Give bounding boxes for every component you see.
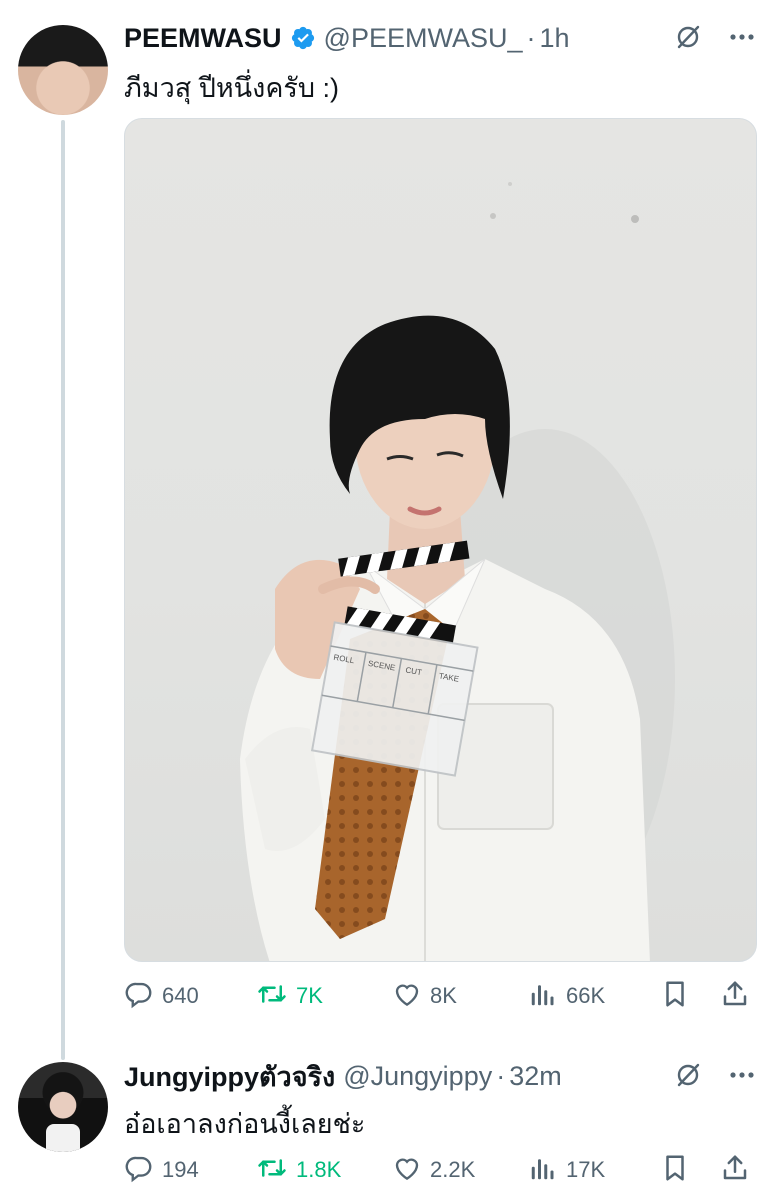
tweet-reply[interactable]: Jungyippyตัวจริง @Jungyippy · 32m อ๋อเอา…: [0, 1052, 775, 1200]
like-icon: [392, 1153, 422, 1188]
share-button[interactable]: [720, 976, 750, 1016]
more-icon[interactable]: [727, 1060, 757, 1090]
views-count: 17K: [566, 1157, 606, 1182]
reply-count: 194: [162, 1157, 199, 1182]
timestamp[interactable]: 32m: [509, 1061, 562, 1092]
thread-line: [61, 120, 65, 1060]
like-button[interactable]: 2.2K: [392, 1150, 475, 1190]
display-name[interactable]: PEEMWASU: [124, 23, 282, 54]
views-icon: [528, 979, 558, 1014]
views-button[interactable]: 17K: [528, 1150, 605, 1190]
tweet-header: Jungyippyตัวจริง @Jungyippy · 32m: [124, 1056, 562, 1096]
tweet-main[interactable]: PEEMWASU @PEEMWASU_ · 1h ภีมวสุ ปีหนึ่งค…: [0, 0, 775, 1060]
bookmark-icon: [660, 1153, 690, 1188]
reply-button[interactable]: 194: [124, 1150, 199, 1190]
tweet-action-bar: 194 1.8K 2.2K 17K: [124, 1150, 757, 1190]
retweet-count: 1.8K: [296, 1157, 342, 1182]
timestamp[interactable]: 1h: [539, 23, 569, 54]
tweet-media-photo[interactable]: ROLL SCENE CUT TAKE: [124, 118, 757, 962]
reply-button[interactable]: 640: [124, 976, 199, 1016]
views-count: 66K: [566, 983, 606, 1008]
retweet-icon: [256, 979, 288, 1014]
separator: ·: [496, 1060, 506, 1091]
tweet-text: อ๋อเอาลงก่อนงี้เลยช่ะ: [124, 1109, 366, 1139]
separator: ·: [526, 22, 536, 53]
bookmark-icon: [660, 979, 690, 1014]
like-count: 8K: [430, 983, 457, 1008]
tweet-top-actions: [673, 22, 757, 52]
handle[interactable]: @Jungyippy: [343, 1061, 492, 1092]
views-button[interactable]: 66K: [528, 976, 605, 1016]
retweet-button[interactable]: 7K: [256, 976, 323, 1016]
handle[interactable]: @PEEMWASU_: [324, 23, 523, 54]
tweet-top-actions: [673, 1060, 757, 1090]
tweet-header: PEEMWASU @PEEMWASU_ · 1h: [124, 18, 570, 58]
share-button[interactable]: [720, 1150, 750, 1190]
more-icon[interactable]: [727, 22, 757, 52]
reply-count: 640: [162, 983, 199, 1008]
reply-icon: [124, 979, 154, 1014]
bookmark-button[interactable]: [660, 1150, 690, 1190]
like-count: 2.2K: [430, 1157, 476, 1182]
avatar[interactable]: [18, 1062, 108, 1152]
share-icon: [720, 979, 750, 1014]
views-icon: [528, 1153, 558, 1188]
reply-icon: [124, 1153, 154, 1188]
avatar[interactable]: [18, 25, 108, 115]
grok-icon[interactable]: [673, 22, 703, 52]
grok-icon[interactable]: [673, 1060, 703, 1090]
display-name[interactable]: Jungyippyตัวจริง: [124, 1055, 335, 1098]
bookmark-button[interactable]: [660, 976, 690, 1016]
like-button[interactable]: 8K: [392, 976, 457, 1016]
retweet-count: 7K: [296, 983, 323, 1008]
avatar-detail: [46, 1124, 80, 1152]
verified-badge-icon: [290, 25, 316, 51]
like-icon: [392, 979, 422, 1014]
retweet-button[interactable]: 1.8K: [256, 1150, 341, 1190]
tweet-text: ภีมวสุ ปีหนึ่งครับ :): [124, 73, 340, 103]
retweet-icon: [256, 1153, 288, 1188]
share-icon: [720, 1153, 750, 1188]
tweet-action-bar: 640 7K 8K 66K: [124, 976, 757, 1016]
